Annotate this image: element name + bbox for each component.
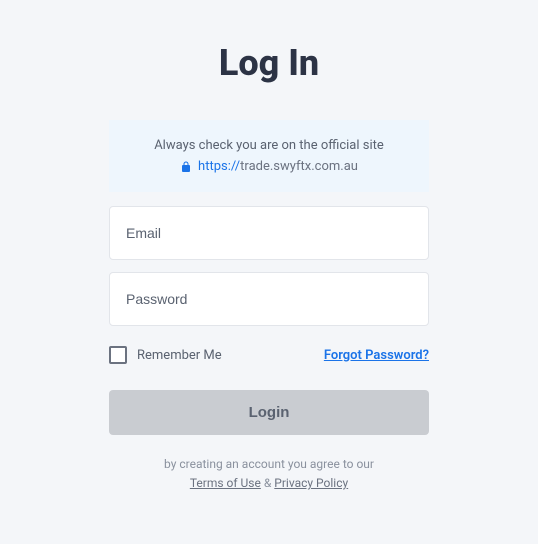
lock-icon: [180, 161, 192, 173]
official-url-row: https://trade.swyftx.com.au: [125, 159, 413, 174]
url-text: https://trade.swyftx.com.au: [198, 159, 358, 174]
url-scheme: https://: [198, 159, 240, 174]
legal-amp: &: [264, 476, 271, 490]
privacy-policy-link[interactable]: Privacy Policy: [274, 476, 348, 490]
url-domain: trade.swyftx.com.au: [240, 159, 358, 174]
login-container: Always check you are on the official sit…: [109, 120, 429, 493]
remember-me-checkbox[interactable]: [109, 346, 127, 364]
terms-of-use-link[interactable]: Terms of Use: [190, 476, 261, 490]
login-button[interactable]: Login: [109, 390, 429, 435]
remember-me-label: Remember Me: [137, 348, 222, 363]
legal-footer: by creating an account you agree to our …: [109, 455, 429, 493]
security-banner: Always check you are on the official sit…: [109, 120, 429, 192]
legal-prefix: by creating an account you agree to our: [164, 457, 374, 471]
forgot-password-link[interactable]: Forgot Password?: [324, 348, 429, 363]
remember-me-wrap[interactable]: Remember Me: [109, 346, 222, 364]
security-warning-text: Always check you are on the official sit…: [125, 138, 413, 153]
options-row: Remember Me Forgot Password?: [109, 346, 429, 364]
page-title: Log In: [219, 42, 319, 84]
email-field[interactable]: [109, 206, 429, 260]
password-field[interactable]: [109, 272, 429, 326]
